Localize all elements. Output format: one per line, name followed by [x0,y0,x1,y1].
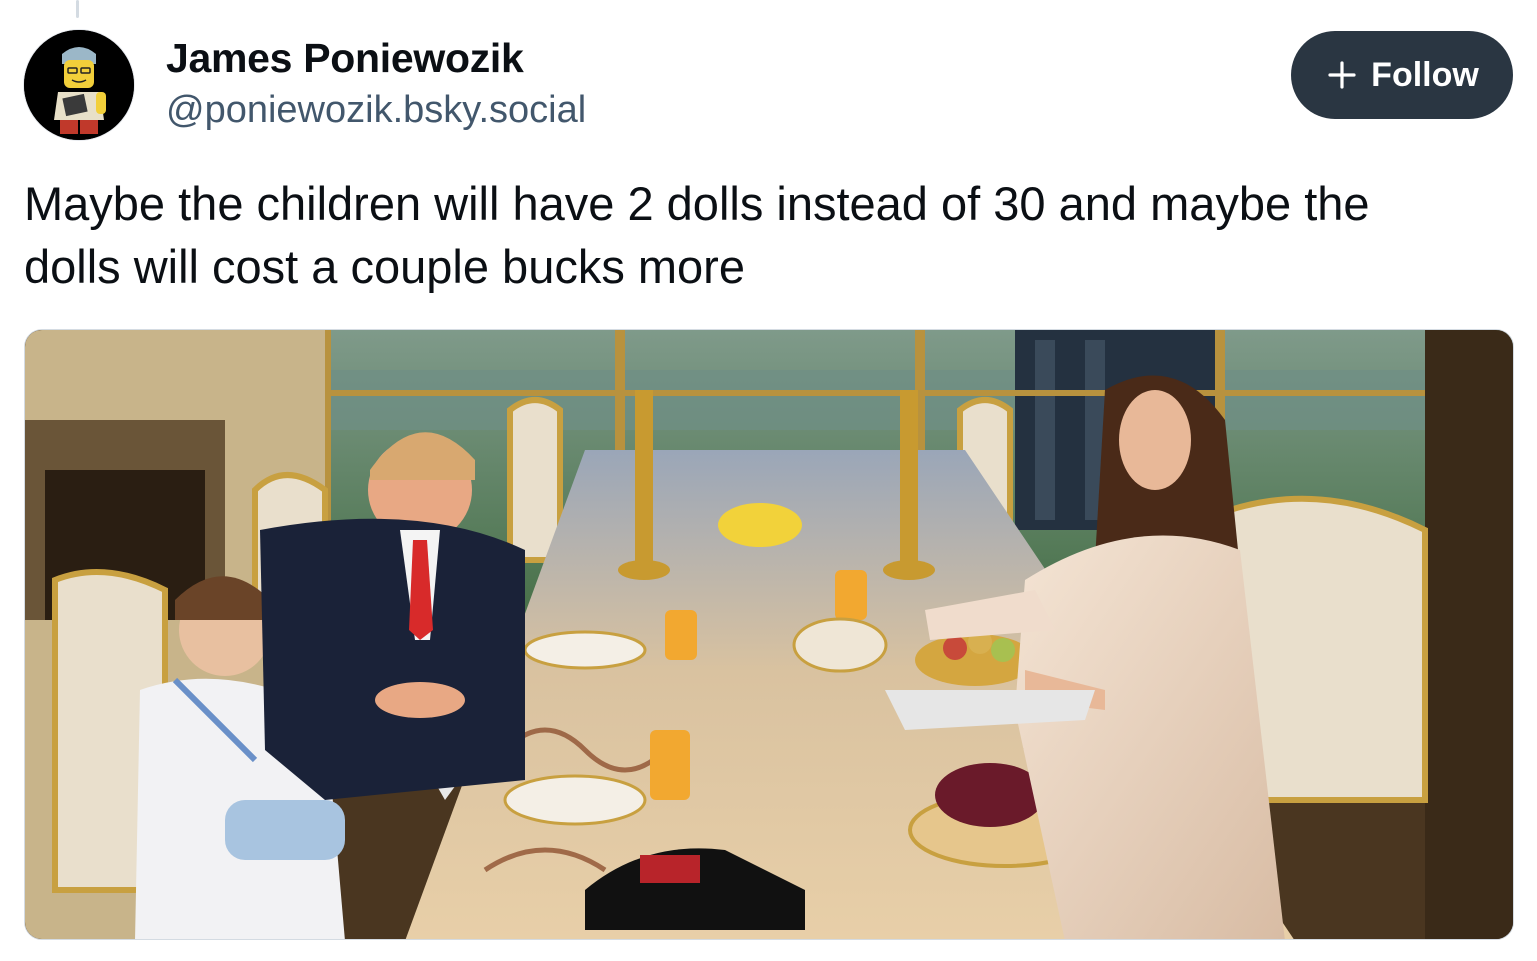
thread-connector-line [76,0,79,18]
author-info: James Poniewozik @poniewozik.bsky.social [166,34,586,134]
author-avatar[interactable] [24,30,134,140]
post-card: James Poniewozik @poniewozik.bsky.social… [0,0,1537,961]
post-image[interactable] [24,329,1514,940]
lego-minifigure-avatar-icon [24,30,134,140]
family-dining-photo [25,330,1513,939]
post-text-line: dolls will cost a couple bucks more [24,240,745,293]
post-text-line: Maybe the children will have 2 dolls ins… [24,177,1370,230]
author-handle[interactable]: @poniewozik.bsky.social [166,86,586,134]
follow-button[interactable]: Follow [1291,31,1513,119]
plus-icon [1328,61,1356,89]
post-body-text: Maybe the children will have 2 dolls ins… [24,172,1514,298]
follow-button-label: Follow [1371,55,1479,94]
author-display-name[interactable]: James Poniewozik [166,34,586,82]
